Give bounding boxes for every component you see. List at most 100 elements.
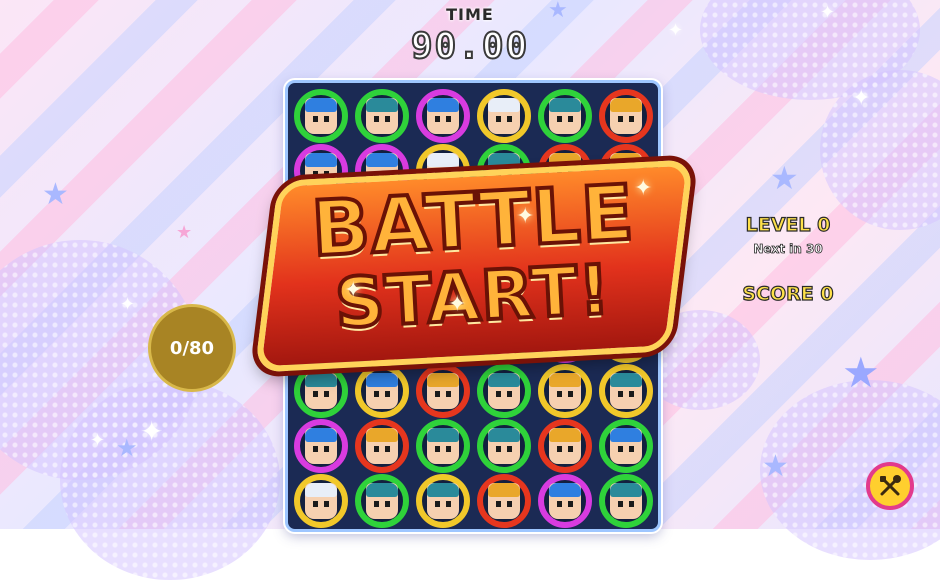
character-hair bbox=[549, 373, 581, 387]
character-portrait bbox=[488, 98, 520, 134]
character-portrait bbox=[549, 98, 581, 134]
character-portrait bbox=[427, 428, 459, 464]
level-label: LEVEL 0 bbox=[745, 213, 831, 236]
character-portrait bbox=[549, 483, 581, 519]
character-eye bbox=[496, 391, 501, 397]
puzzle-tile[interactable] bbox=[538, 419, 592, 473]
character-eye bbox=[568, 116, 573, 122]
match-counter-badge: 0/80 bbox=[148, 304, 236, 392]
character-eye bbox=[496, 116, 501, 122]
character-eye bbox=[385, 116, 390, 122]
sparkle-icon: ✦ bbox=[448, 292, 467, 317]
character-eye bbox=[446, 446, 451, 452]
character-hair bbox=[366, 483, 398, 497]
puzzle-tile[interactable] bbox=[355, 89, 409, 143]
puzzle-tile[interactable] bbox=[599, 364, 653, 418]
character-eye bbox=[435, 116, 440, 122]
character-hair bbox=[427, 373, 459, 387]
character-eye bbox=[324, 116, 329, 122]
character-portrait bbox=[427, 373, 459, 409]
character-hair bbox=[488, 428, 520, 442]
character-hair bbox=[427, 98, 459, 112]
puzzle-tile[interactable] bbox=[477, 419, 531, 473]
star-decoration: ★ bbox=[842, 348, 880, 397]
character-eye bbox=[435, 446, 440, 452]
character-hair bbox=[427, 428, 459, 442]
puzzle-tile[interactable] bbox=[538, 89, 592, 143]
character-eye bbox=[629, 391, 634, 397]
puzzle-tile[interactable] bbox=[355, 419, 409, 473]
character-hair bbox=[549, 483, 581, 497]
character-eye bbox=[629, 501, 634, 507]
character-portrait bbox=[305, 98, 337, 134]
character-eye bbox=[507, 501, 512, 507]
character-hair bbox=[610, 483, 642, 497]
puzzle-tile[interactable] bbox=[599, 89, 653, 143]
puzzle-tile[interactable] bbox=[355, 364, 409, 418]
time-label: TIME bbox=[446, 5, 494, 24]
character-portrait bbox=[549, 373, 581, 409]
puzzle-tile[interactable] bbox=[416, 89, 470, 143]
character-hair bbox=[610, 428, 642, 442]
character-eye bbox=[313, 391, 318, 397]
puzzle-tile[interactable] bbox=[294, 89, 348, 143]
puzzle-tile[interactable] bbox=[477, 89, 531, 143]
tools-menu-button[interactable] bbox=[866, 462, 914, 510]
character-eye bbox=[568, 501, 573, 507]
star-decoration: ★ bbox=[762, 449, 789, 484]
character-portrait bbox=[610, 483, 642, 519]
character-hair bbox=[305, 483, 337, 497]
character-eye bbox=[618, 501, 623, 507]
character-eye bbox=[313, 501, 318, 507]
character-eye bbox=[374, 391, 379, 397]
character-eye bbox=[435, 501, 440, 507]
character-portrait bbox=[305, 373, 337, 409]
puzzle-tile[interactable] bbox=[416, 419, 470, 473]
character-eye bbox=[446, 391, 451, 397]
character-portrait bbox=[610, 373, 642, 409]
character-eye bbox=[629, 116, 634, 122]
puzzle-tile[interactable] bbox=[294, 419, 348, 473]
puzzle-tile[interactable] bbox=[599, 419, 653, 473]
puzzle-tile[interactable] bbox=[355, 474, 409, 528]
character-portrait bbox=[427, 98, 459, 134]
star-decoration: ★ bbox=[42, 177, 69, 212]
sparkle-decoration: ✦ bbox=[90, 430, 106, 451]
character-hair bbox=[305, 373, 337, 387]
star-decoration: ★ bbox=[116, 434, 138, 462]
character-eye bbox=[374, 501, 379, 507]
character-eye bbox=[324, 391, 329, 397]
puzzle-tile[interactable] bbox=[294, 474, 348, 528]
character-portrait bbox=[305, 428, 337, 464]
character-eye bbox=[568, 391, 573, 397]
puzzle-tile[interactable] bbox=[294, 364, 348, 418]
puzzle-tile[interactable] bbox=[477, 364, 531, 418]
character-hair bbox=[366, 428, 398, 442]
character-eye bbox=[557, 446, 562, 452]
star-decoration: ★ bbox=[176, 222, 193, 243]
character-eye bbox=[446, 501, 451, 507]
sparkle-icon: ✦ bbox=[634, 176, 653, 201]
character-hair bbox=[488, 483, 520, 497]
puzzle-tile[interactable] bbox=[416, 474, 470, 528]
puzzle-tile[interactable] bbox=[599, 474, 653, 528]
sparkle-decoration: ✦ bbox=[120, 294, 136, 315]
character-hair bbox=[366, 373, 398, 387]
character-portrait bbox=[427, 483, 459, 519]
character-eye bbox=[374, 446, 379, 452]
sparkle-icon: ✦ bbox=[516, 204, 535, 229]
puzzle-tile[interactable] bbox=[538, 474, 592, 528]
character-eye bbox=[446, 116, 451, 122]
character-hair bbox=[610, 373, 642, 387]
character-eye bbox=[618, 446, 623, 452]
background-cloud bbox=[60, 380, 280, 580]
character-eye bbox=[385, 446, 390, 452]
puzzle-tile[interactable] bbox=[538, 364, 592, 418]
puzzle-tile[interactable] bbox=[477, 474, 531, 528]
character-portrait bbox=[305, 483, 337, 519]
puzzle-tile[interactable] bbox=[416, 364, 470, 418]
character-portrait bbox=[610, 98, 642, 134]
score-label: SCORE 0 bbox=[742, 282, 834, 305]
character-hair bbox=[305, 428, 337, 442]
character-portrait bbox=[366, 428, 398, 464]
